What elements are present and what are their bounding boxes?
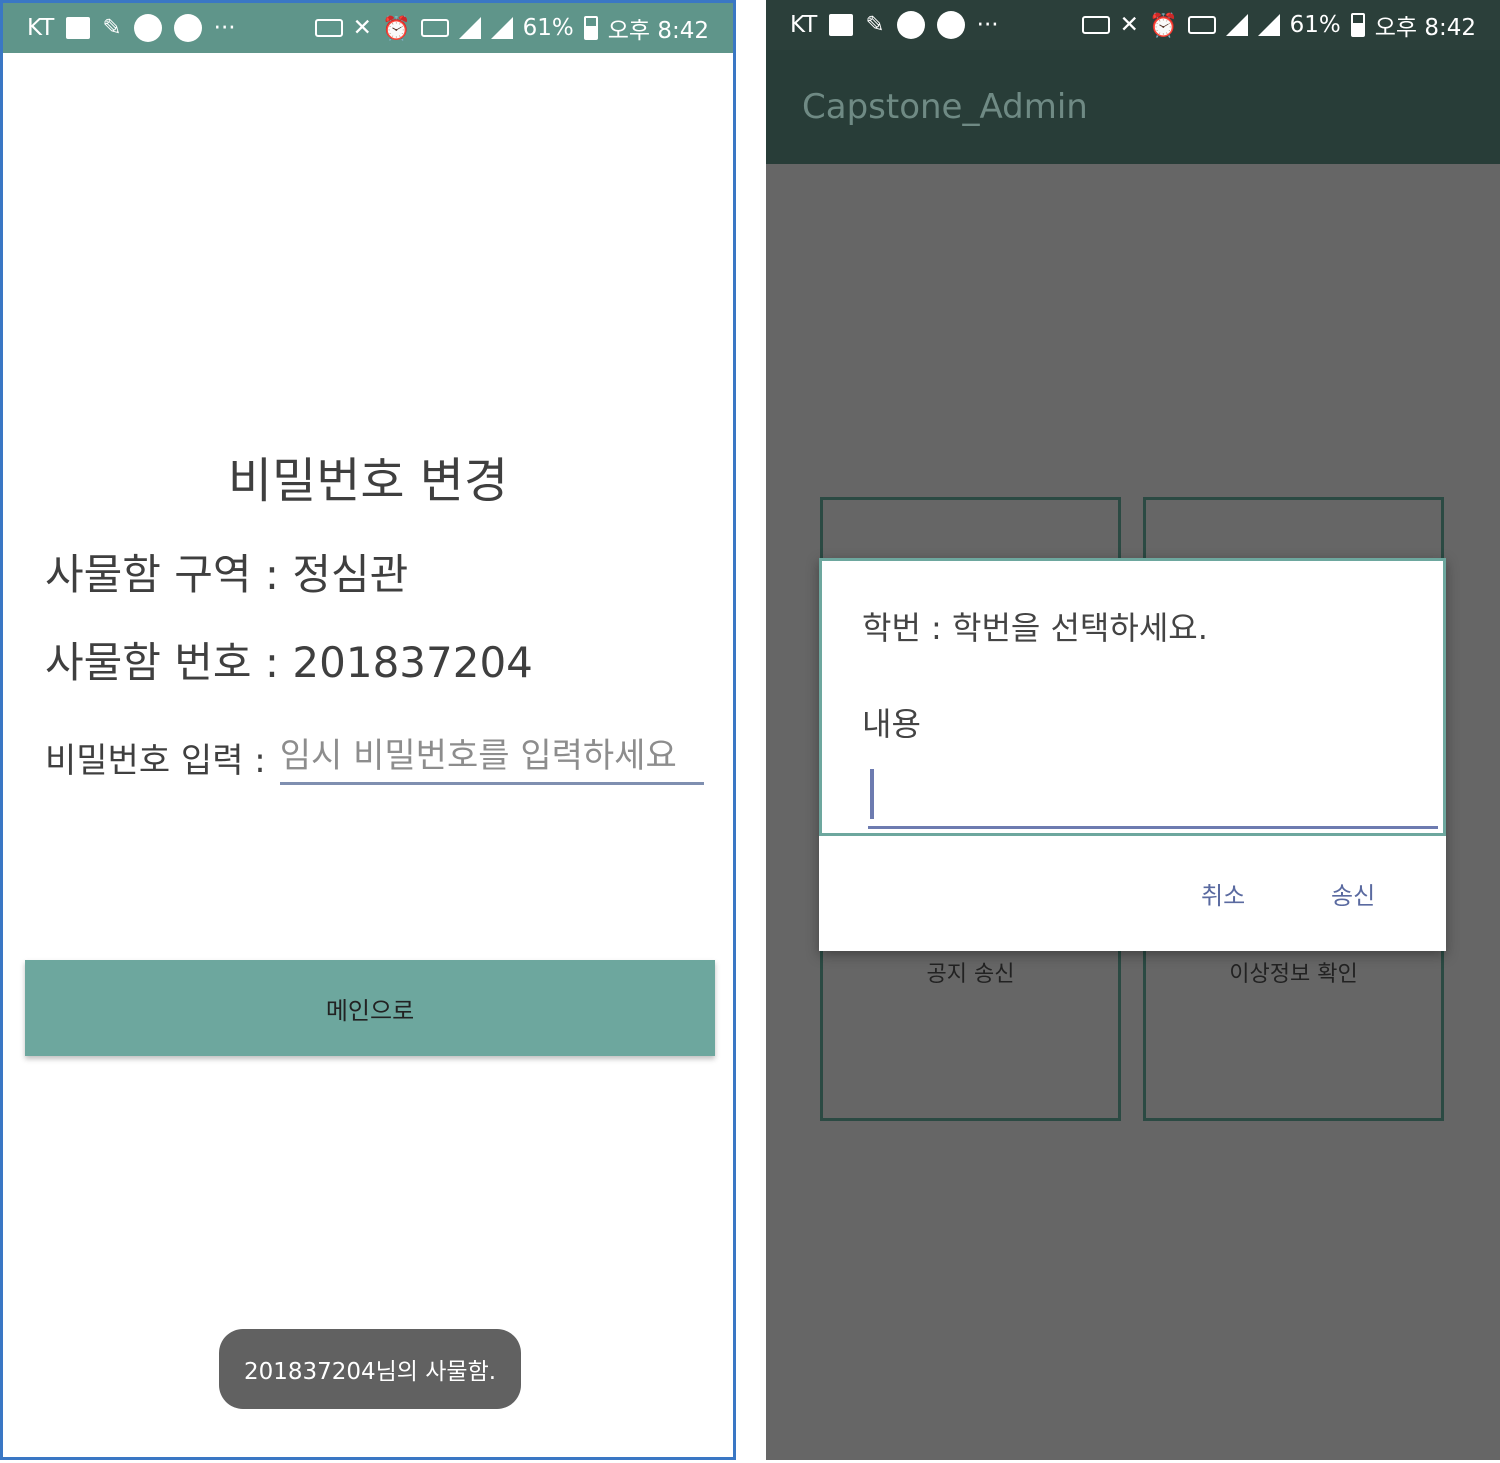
password-row: 비밀번호 입력 : bbox=[45, 729, 704, 785]
go-main-button[interactable]: 메인으로 bbox=[25, 960, 715, 1056]
locker-area-text: 사물함 구역 : 정심관 bbox=[45, 550, 409, 599]
send-button[interactable]: 송신 bbox=[1331, 876, 1375, 911]
app-title: Capstone_Admin bbox=[802, 87, 1088, 127]
content-input[interactable] bbox=[868, 769, 1438, 829]
temporary-password-input[interactable] bbox=[279, 729, 704, 785]
carrier-label: KT bbox=[790, 12, 818, 38]
carrier-label: KT bbox=[27, 15, 55, 41]
check-anomaly-label: 이상정보 확인 bbox=[1229, 962, 1358, 987]
left-phone-screen: KT ✎ ··· ✕ ⏰ 61% 오후 8:42 비밀번호 변경 사물함 구역 … bbox=[0, 0, 736, 1460]
cancel-button[interactable]: 취소 bbox=[1201, 876, 1245, 911]
content-label: 내용 bbox=[862, 705, 921, 743]
nfc-icon bbox=[314, 19, 343, 37]
dialog-actions: 취소 송신 bbox=[819, 876, 1446, 916]
pen-icon: ✎ bbox=[865, 12, 885, 38]
alarm-icon: ⏰ bbox=[1148, 12, 1178, 39]
more-notifications-icon: ··· bbox=[213, 15, 236, 41]
battery-percent: 61% bbox=[1289, 12, 1341, 38]
nfc-icon bbox=[1081, 16, 1110, 34]
notification-icon bbox=[66, 17, 91, 39]
status-bar: KT ✎ ··· ✕ ⏰ 61% 오후 8:42 bbox=[766, 0, 1500, 50]
chat-icon bbox=[936, 11, 965, 39]
send-notice-label: 공지 송신 bbox=[926, 962, 1015, 987]
app-bar: Capstone_Admin bbox=[766, 50, 1500, 164]
send-message-dialog: 학번 : 학번을 선택하세요. 내용 취소 송신 bbox=[819, 558, 1446, 951]
wifi-icon bbox=[458, 17, 481, 39]
message-icon bbox=[420, 19, 449, 37]
right-phone-screen: KT ✎ ··· ✕ ⏰ 61% 오후 8:42 Capstone_Admin … bbox=[766, 0, 1500, 1460]
circle-icon bbox=[133, 14, 162, 42]
battery-percent: 61% bbox=[522, 15, 574, 41]
circle-icon bbox=[896, 11, 925, 39]
text-cursor bbox=[870, 769, 874, 819]
password-label: 비밀번호 입력 : bbox=[45, 741, 266, 781]
battery-icon bbox=[1350, 13, 1365, 37]
clock: 오후 8:42 bbox=[607, 18, 709, 44]
status-bar: KT ✎ ··· ✕ ⏰ 61% 오후 8:42 bbox=[3, 3, 733, 53]
locker-number-text: 사물함 번호 : 201837204 bbox=[45, 638, 533, 687]
notification-icon bbox=[829, 14, 854, 36]
battery-icon bbox=[583, 16, 598, 40]
page-title: 비밀번호 변경 bbox=[227, 453, 509, 509]
more-notifications-icon: ··· bbox=[976, 12, 999, 38]
student-id-selector[interactable]: 학번 : 학번을 선택하세요. bbox=[862, 603, 1208, 649]
mute-icon: ✕ bbox=[1119, 12, 1139, 38]
wifi-icon bbox=[1225, 14, 1248, 36]
chat-icon bbox=[173, 14, 202, 42]
toast-message: 201837204님의 사물함. bbox=[219, 1329, 521, 1409]
message-icon bbox=[1187, 16, 1216, 34]
alarm-icon: ⏰ bbox=[381, 15, 411, 42]
signal-icon bbox=[1257, 14, 1280, 36]
mute-icon: ✕ bbox=[352, 15, 372, 41]
clock: 오후 8:42 bbox=[1374, 15, 1476, 41]
pen-icon: ✎ bbox=[102, 15, 122, 41]
signal-icon bbox=[490, 17, 513, 39]
dialog-body: 학번 : 학번을 선택하세요. 내용 bbox=[819, 558, 1446, 836]
